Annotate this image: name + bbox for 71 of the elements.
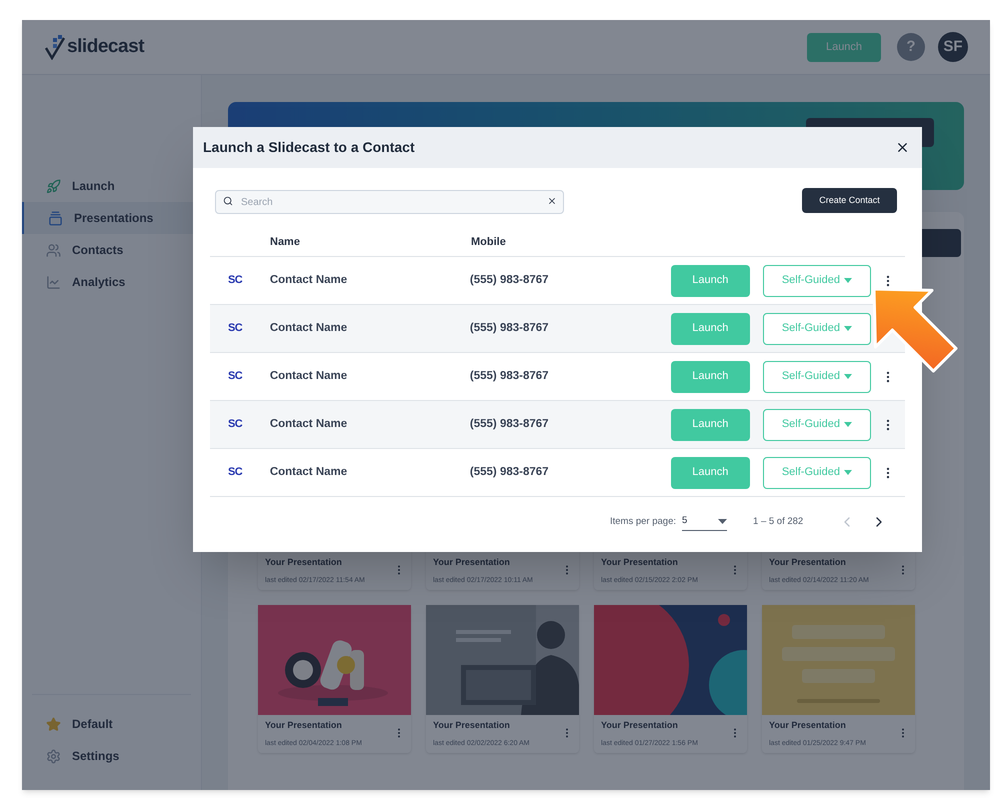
- clear-icon[interactable]: [547, 196, 557, 206]
- mode-dropdown[interactable]: Self-Guided: [762, 456, 872, 488]
- contact-name: Contact Name: [270, 464, 348, 480]
- contact-mobile: (555) 983-8767: [470, 416, 550, 432]
- card-title: Your Presentation: [265, 719, 343, 731]
- help-button[interactable]: ?: [897, 33, 925, 61]
- mode-dropdown[interactable]: Self-Guided: [762, 312, 872, 344]
- launch-button[interactable]: Launch: [671, 264, 750, 296]
- caret-icon: [844, 470, 852, 475]
- sidebar-item[interactable]: Default: [22, 708, 201, 740]
- avatar[interactable]: SF: [938, 32, 968, 62]
- mode-dropdown[interactable]: Self-Guided: [762, 360, 872, 392]
- caret-icon: [844, 278, 852, 283]
- dialog-title: Launch a Slidecast to a Contact: [203, 138, 415, 157]
- sidebar-label: Settings: [72, 748, 120, 765]
- caret-icon: [844, 374, 852, 379]
- caret-icon: [718, 519, 728, 524]
- create-contact-button[interactable]: Create Contact: [802, 188, 897, 213]
- card-title: Your Presentation: [601, 556, 679, 568]
- star-icon: [46, 716, 61, 732]
- logo-icon: [44, 34, 66, 60]
- mode-dropdown[interactable]: Self-Guided: [762, 264, 872, 296]
- rocket-icon: [46, 178, 61, 194]
- users-icon: [46, 242, 61, 258]
- mode-dropdown[interactable]: Self-Guided: [762, 408, 872, 440]
- launch-button[interactable]: Launch: [671, 360, 750, 392]
- card-title: Your Presentation: [769, 719, 847, 731]
- contact-logo: SC: [228, 465, 244, 480]
- column-header: Name: [270, 234, 301, 250]
- caret-icon: [844, 422, 852, 427]
- launch-button[interactable]: Launch: [671, 312, 750, 344]
- sidebar-label: Analytics: [72, 274, 126, 291]
- contact-logo: SC: [228, 273, 244, 288]
- sidebar-item[interactable]: Launch: [22, 170, 201, 202]
- chart-icon: [46, 274, 61, 290]
- contact-name: Contact Name: [270, 416, 348, 432]
- close-icon[interactable]: [895, 140, 910, 155]
- logo-text: slidecast: [67, 34, 144, 59]
- contact-name: Contact Name: [270, 368, 348, 384]
- caret-icon: [844, 326, 852, 331]
- items-per-page-label: Items per page:: [610, 514, 676, 529]
- sidebar-label: Launch: [72, 178, 115, 195]
- sidebar-label: Default: [72, 716, 113, 733]
- card-title: Your Presentation: [769, 556, 847, 568]
- card-title: Your Presentation: [433, 556, 511, 568]
- contact-name: Contact Name: [270, 272, 348, 288]
- sidebar-label: Contacts: [72, 242, 124, 259]
- settings-icon: [46, 748, 61, 764]
- card-title: Your Presentation: [433, 719, 511, 731]
- column-header: Mobile: [471, 234, 506, 250]
- launch-button[interactable]: Launch: [671, 456, 750, 488]
- contact-name: Contact Name: [270, 320, 348, 336]
- contact-logo: SC: [228, 321, 244, 336]
- contact-logo: SC: [228, 417, 244, 432]
- per-page-select[interactable]: 5: [682, 513, 728, 531]
- sidebar-item[interactable]: Analytics: [22, 266, 201, 298]
- launch-button[interactable]: Launch: [671, 408, 750, 440]
- contact-logo: SC: [228, 369, 244, 384]
- card-title: Your Presentation: [265, 556, 343, 568]
- slides-icon: [48, 210, 63, 226]
- sidebar-label: Presentations: [74, 210, 154, 227]
- search-icon: [223, 196, 233, 206]
- contact-mobile: (555) 983-8767: [470, 272, 550, 288]
- sidebar-item[interactable]: Contacts: [22, 234, 201, 266]
- contact-mobile: (555) 983-8767: [470, 368, 550, 384]
- search-field[interactable]: Search: [215, 190, 564, 214]
- card-title: Your Presentation: [601, 719, 679, 731]
- page-range: 1 – 5 of 282: [753, 514, 804, 529]
- contact-mobile: (555) 983-8767: [470, 464, 550, 480]
- sidebar-item[interactable]: Settings: [22, 740, 201, 772]
- contact-mobile: (555) 983-8767: [470, 320, 550, 336]
